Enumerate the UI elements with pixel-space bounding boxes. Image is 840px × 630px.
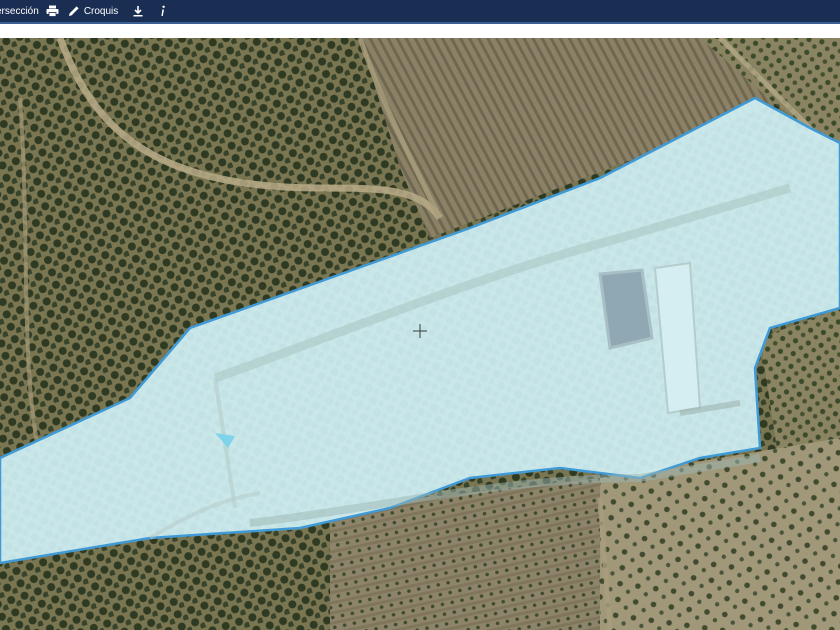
map-viewer[interactable] xyxy=(0,38,840,630)
toolbar-spacer xyxy=(0,22,840,38)
intersection-label: ersección xyxy=(0,5,39,17)
intersection-tool[interactable]: ersección xyxy=(0,6,39,17)
printer-icon xyxy=(46,4,60,18)
map-toolbar: ersección Croquis xyxy=(0,0,840,22)
info-icon xyxy=(156,4,170,18)
print-button[interactable] xyxy=(46,4,60,18)
aerial-image xyxy=(0,38,840,630)
toolbar-divider xyxy=(0,22,840,24)
download-icon xyxy=(131,4,145,18)
info-button[interactable] xyxy=(156,4,170,18)
sketch-label: Croquis xyxy=(83,5,119,17)
pencil-icon xyxy=(67,4,81,18)
sketch-button[interactable]: Croquis xyxy=(67,4,118,18)
download-button[interactable] xyxy=(131,4,145,18)
